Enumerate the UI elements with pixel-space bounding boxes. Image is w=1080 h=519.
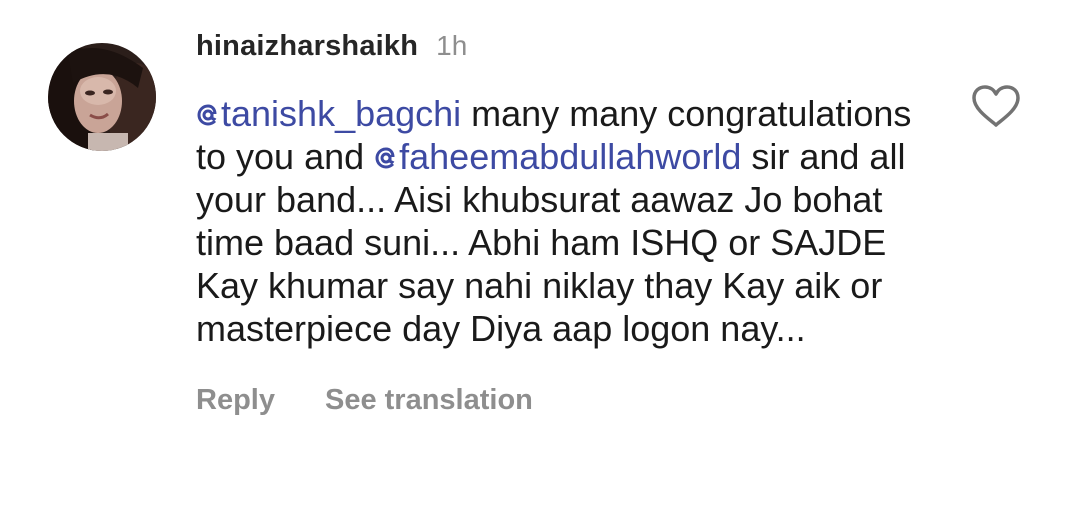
comment-actions: Reply See translation: [196, 384, 936, 417]
comment: hinaizharshaikh 1h tanishk_bagchi many m…: [196, 30, 936, 417]
mention-link[interactable]: tanishk_bagchi: [196, 93, 461, 134]
reply-button[interactable]: Reply: [196, 384, 275, 417]
heart-outline-icon: [972, 85, 1020, 127]
like-button[interactable]: [970, 83, 1022, 129]
comment-header: hinaizharshaikh 1h: [196, 30, 936, 78]
comment-text: tanishk_bagchi many many congratulations…: [196, 92, 916, 350]
avatar-image: [48, 43, 156, 151]
timestamp: 1h: [436, 30, 468, 61]
mention-link[interactable]: faheemabdullahworld: [374, 136, 741, 177]
mention-name: faheemabdullahworld: [399, 136, 742, 177]
threads-at-icon: [197, 104, 217, 126]
username[interactable]: hinaizharshaikh: [196, 30, 418, 63]
threads-at-icon: [375, 147, 395, 169]
see-translation-button[interactable]: See translation: [325, 384, 533, 417]
mention-name: tanishk_bagchi: [221, 93, 462, 134]
avatar[interactable]: [48, 43, 156, 151]
